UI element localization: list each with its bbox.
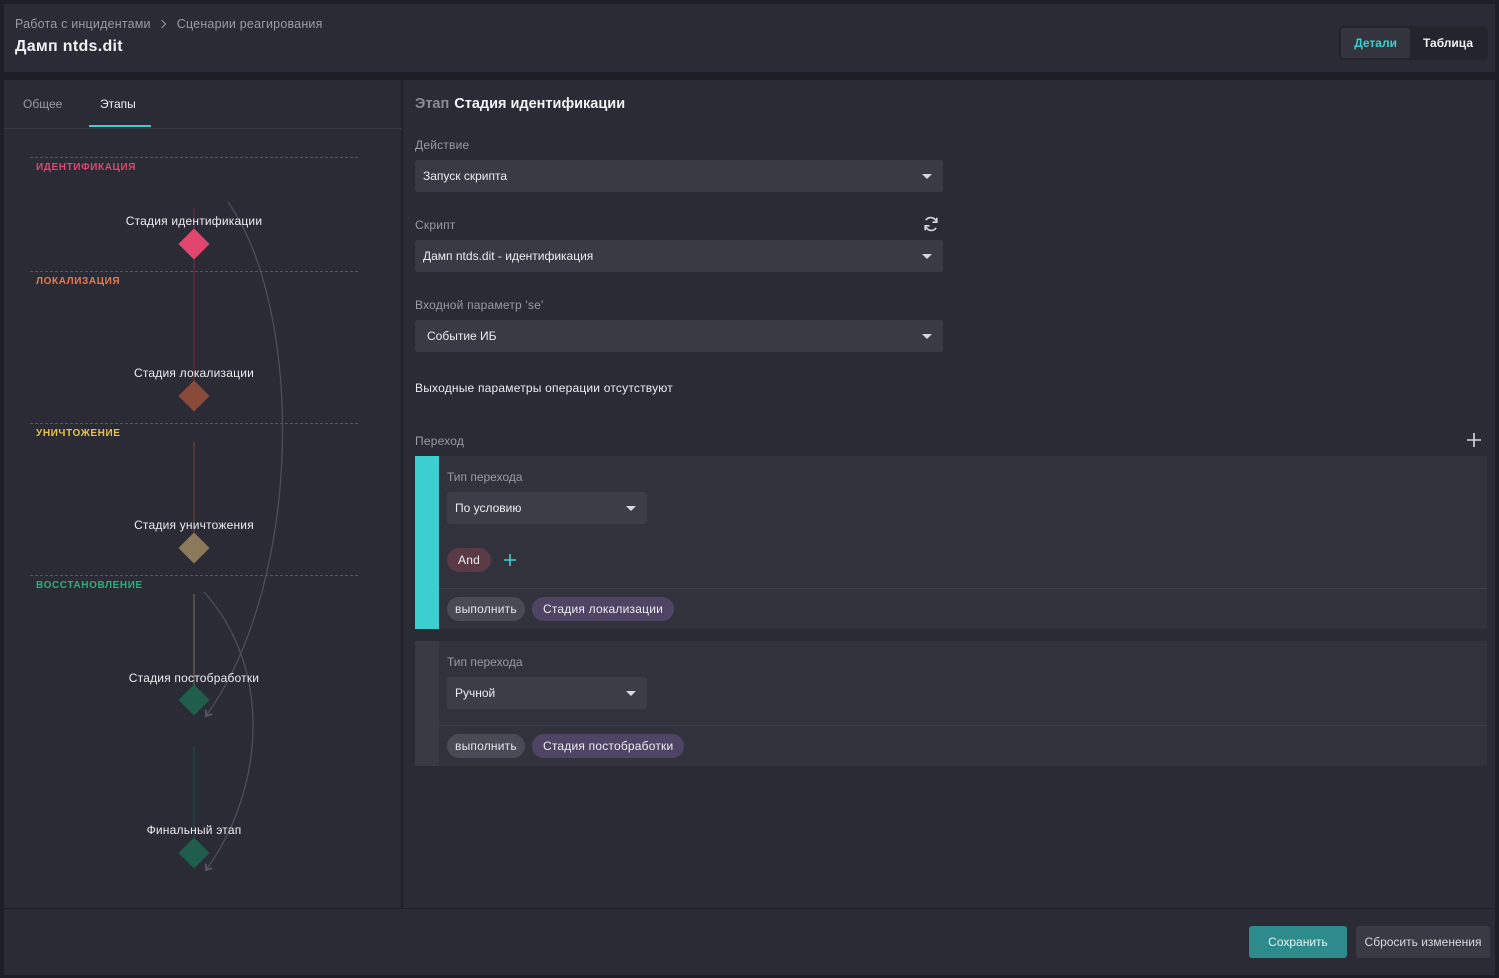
node-label-final[interactable]: Финальный этап — [94, 823, 294, 837]
stage-title: Этап Стадия идентификации — [415, 96, 625, 112]
script-select[interactable]: Дамп ntds.dit - идентификация — [415, 240, 943, 272]
stage-details-panel: Этап Стадия идентификации Действие Запуск… — [403, 80, 1495, 908]
transition-accent-stripe — [415, 641, 439, 766]
script-select-value: Дамп ntds.dit - идентификация — [423, 249, 594, 263]
tab-bar: Общее Этапы — [4, 80, 402, 129]
transition-type-select[interactable]: По условию — [447, 492, 647, 524]
transition-divider — [439, 725, 1487, 726]
stage-title-name: Стадия идентификации — [454, 96, 626, 112]
phase-divider — [30, 575, 358, 576]
caret-down-icon — [626, 691, 636, 696]
transition-type-label: Тип перехода — [447, 470, 523, 484]
breadcrumb: Работа с инцидентами Сценарии реагирован… — [15, 17, 323, 31]
phase-label-destruction: УНИЧТОЖЕНИЕ — [36, 428, 121, 439]
phase-label-recovery: ВОССТАНОВЛЕНИЕ — [36, 580, 143, 591]
add-transition-plus-icon[interactable] — [1466, 432, 1482, 448]
phase-divider — [30, 423, 358, 424]
condition-and-chip[interactable]: And — [447, 548, 491, 572]
breadcrumb-current-link[interactable]: Сценарии реагирования — [177, 17, 323, 31]
transition-action-chip[interactable]: выполнить — [447, 734, 525, 758]
node-label-postprocessing[interactable]: Стадия постобработки — [94, 671, 294, 685]
transition-target-chip[interactable]: Стадия постобработки — [532, 734, 685, 758]
connector-identification-postprocessing — [206, 201, 284, 716]
footer-actions: Сохранить Сбросить изменения — [4, 909, 1495, 975]
input-param-select[interactable]: Событие ИБ — [415, 320, 943, 352]
view-details-button[interactable]: Детали — [1341, 28, 1410, 58]
phase-divider — [30, 271, 358, 272]
reset-changes-button[interactable]: Сбросить изменения — [1356, 926, 1490, 958]
refresh-icon[interactable] — [922, 215, 940, 233]
transition-label: Переход — [415, 434, 465, 448]
transition-type-value: Ручной — [455, 686, 496, 700]
stage-flow-diagram: ИДЕНТИФИКАЦИЯ ЛОКАЛИЗАЦИЯ УНИЧТОЖЕНИЕ ВО… — [4, 130, 402, 908]
save-button[interactable]: Сохранить — [1249, 926, 1347, 958]
tab-stages[interactable]: Этапы — [100, 97, 136, 111]
script-label: Скрипт — [415, 218, 456, 232]
phase-divider — [30, 157, 358, 158]
input-param-label: Входной параметр 'se' — [415, 298, 544, 312]
phase-label-identification: ИДЕНТИФИКАЦИЯ — [36, 162, 137, 173]
transition-type-label: Тип перехода — [447, 655, 523, 669]
transition-target-chip[interactable]: Стадия локализации — [532, 597, 674, 621]
transition-card: Тип перехода По условию And выполнить Ст… — [415, 456, 1487, 629]
node-diamond-identification — [178, 228, 210, 260]
transition-divider — [439, 588, 1487, 589]
view-switch: Детали Таблица — [1339, 26, 1488, 60]
page-title: Дамп ntds.dit — [15, 38, 123, 55]
page-header: Работа с инцидентами Сценарии реагирован… — [4, 4, 1495, 72]
caret-down-icon — [922, 174, 932, 179]
transition-action-chip[interactable]: выполнить — [447, 597, 525, 621]
caret-down-icon — [922, 334, 932, 339]
transition-type-select[interactable]: Ручной — [447, 677, 647, 709]
view-table-button[interactable]: Таблица — [1410, 28, 1486, 58]
chevron-right-icon — [157, 19, 166, 29]
caret-down-icon — [626, 506, 636, 511]
transition-card: Тип перехода Ручной выполнить Стадия пос… — [415, 641, 1487, 766]
no-output-params-text: Выходные параметры операции отсутствуют — [415, 381, 673, 395]
stages-panel: Общее Этапы ИДЕНТИФИКАЦИЯ ЛОКАЛИЗАЦИЯ УН… — [4, 80, 402, 908]
node-diamond-postprocessing — [178, 684, 210, 716]
node-diamond-final — [178, 837, 210, 869]
node-diamond-destruction — [178, 532, 210, 564]
action-select-value: Запуск скрипта — [423, 169, 508, 183]
action-label: Действие — [415, 138, 470, 152]
input-param-select-value: Событие ИБ — [427, 329, 497, 343]
node-label-identification[interactable]: Стадия идентификации — [94, 214, 294, 228]
transition-type-value: По условию — [455, 501, 522, 515]
add-condition-plus-icon[interactable] — [503, 553, 517, 567]
node-diamond-localization — [178, 380, 210, 412]
phase-label-localization: ЛОКАЛИЗАЦИЯ — [36, 276, 121, 287]
transition-accent-stripe — [415, 456, 439, 629]
tab-active-indicator — [89, 125, 151, 127]
stage-title-prefix: Этап — [415, 96, 450, 112]
node-label-localization[interactable]: Стадия локализации — [94, 366, 294, 380]
breadcrumb-parent-link[interactable]: Работа с инцидентами — [15, 17, 151, 31]
tab-general[interactable]: Общее — [23, 97, 62, 111]
caret-down-icon — [922, 254, 932, 259]
action-select[interactable]: Запуск скрипта — [415, 160, 943, 192]
node-label-destruction[interactable]: Стадия уничтожения — [94, 518, 294, 532]
